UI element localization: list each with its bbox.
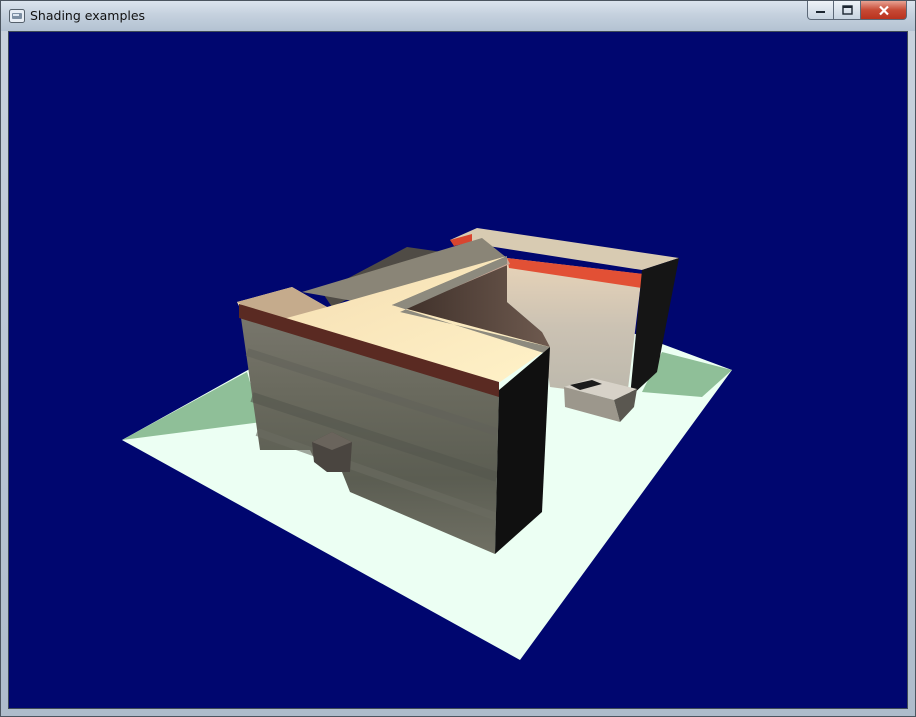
minimize-icon: [816, 11, 825, 13]
window-controls: [807, 1, 907, 21]
close-button[interactable]: [861, 1, 907, 20]
maximize-button[interactable]: [834, 1, 861, 20]
window-app-icon: [9, 9, 25, 23]
close-icon: [878, 5, 889, 15]
title-bar[interactable]: Shading examples: [1, 1, 915, 31]
minimize-button[interactable]: [807, 1, 834, 20]
maximize-icon: [841, 5, 853, 15]
scene-3d: [122, 228, 732, 660]
window-title: Shading examples: [30, 8, 146, 23]
app-window: Shading examples: [0, 0, 916, 717]
render-viewport[interactable]: [8, 31, 908, 709]
